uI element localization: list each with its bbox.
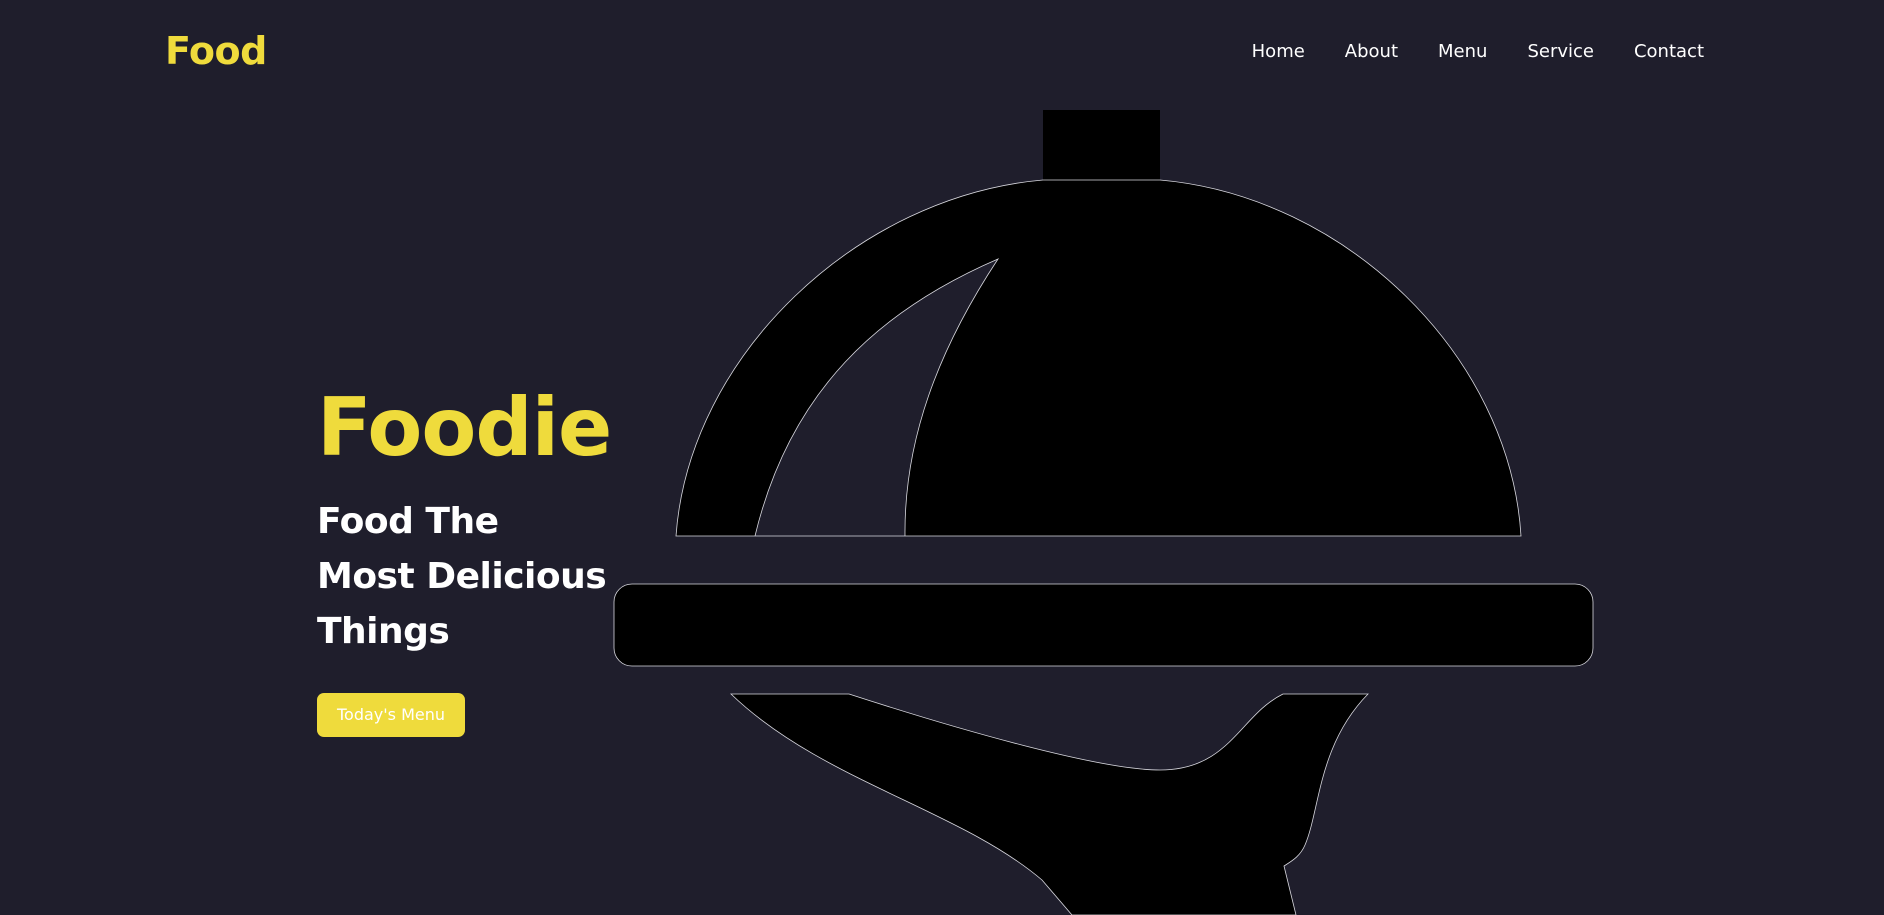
nav-link-menu[interactable]: Menu (1438, 40, 1487, 64)
nav-link-home[interactable]: Home (1252, 40, 1305, 64)
cloche-handle (1043, 110, 1160, 185)
nav-link-service[interactable]: Service (1527, 40, 1594, 64)
nav-item-home: Home (1252, 40, 1305, 64)
navbar: Food Home About Menu Service Contact (0, 0, 1884, 104)
hero-subtitle: Food The Most Delicious Things (317, 501, 607, 652)
nav-item-service: Service (1527, 40, 1594, 64)
nav-link-about[interactable]: About (1345, 40, 1398, 64)
nav-item-about: About (1345, 40, 1398, 64)
hero-section: Foodie Food The Most Delicious Things To… (317, 380, 612, 737)
site-logo[interactable]: Food (165, 28, 267, 74)
page: Food Home About Menu Service Contact Foo… (0, 0, 1884, 915)
serving-hand (730, 693, 1369, 915)
nav-item-contact: Contact (1634, 40, 1704, 64)
nav-item-menu: Menu (1438, 40, 1487, 64)
serving-tray (613, 583, 1594, 667)
serving-cloche-icon (613, 110, 1594, 915)
hero-title: Foodie (317, 381, 612, 474)
cloche-dome (675, 179, 1522, 537)
nav-link-contact[interactable]: Contact (1634, 40, 1704, 64)
todays-menu-button[interactable]: Today's Menu (317, 693, 466, 737)
nav-menu: Home About Menu Service Contact (1252, 40, 1704, 64)
